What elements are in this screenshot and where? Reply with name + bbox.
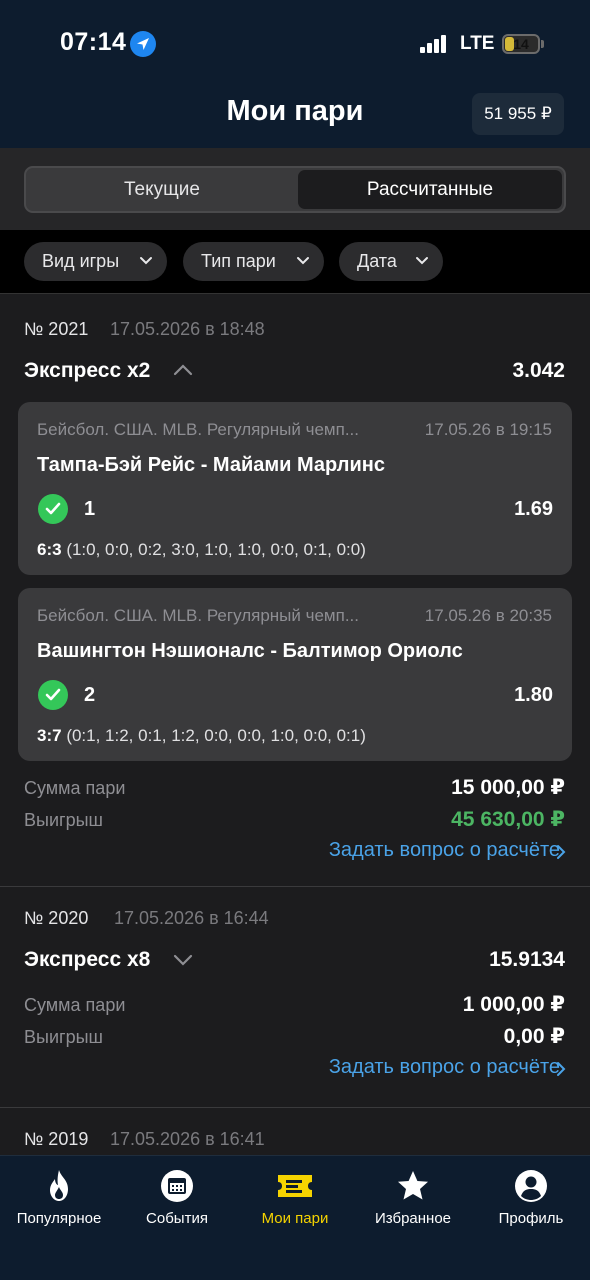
chevron-down-icon — [416, 257, 428, 265]
event-card[interactable]: Бейсбол. США. MLB. Регулярный чемп... 17… — [18, 402, 572, 575]
event-teams: Вашингтон Нэшионалс - Балтимор Ориолс — [37, 640, 463, 662]
stake-label: Сумма пари — [24, 995, 126, 1015]
bet-number: № 2020 — [24, 908, 89, 928]
bet-list[interactable]: № 2021 17.05.2026 в 18:48 Экспресс x2 3.… — [0, 295, 590, 1155]
battery-icon: 14 — [502, 34, 540, 54]
nav-label: Мои пари — [261, 1210, 329, 1227]
bet-type[interactable]: Экспресс x8 — [24, 948, 150, 972]
filter-game-type[interactable]: Вид игры — [24, 242, 167, 281]
filter-bet-type[interactable]: Тип пари — [183, 242, 324, 281]
event-league: Бейсбол. США. MLB. Регулярный чемп... — [37, 606, 359, 625]
nav-my-bets[interactable]: Мои пари — [236, 1156, 354, 1246]
bet-number: № 2019 — [24, 1129, 89, 1149]
final-score: 3:7 — [37, 726, 62, 745]
bet-item: № 2019 17.05.2026 в 16:41 — [0, 1108, 590, 1155]
nav-favorites[interactable]: Избранное — [354, 1156, 472, 1246]
chevron-down-icon — [297, 257, 309, 265]
bet-type[interactable]: Экспресс x2 — [24, 359, 150, 383]
nav-label: Популярное — [16, 1210, 102, 1227]
win-value: 45 630,00 ₽ — [451, 808, 565, 831]
event-outcome: 2 — [84, 684, 96, 706]
star-icon — [398, 1171, 428, 1200]
bottom-nav: Популярное События Мои пари Избранное Пр… — [0, 1155, 590, 1280]
bet-odds: 15.9134 — [489, 948, 565, 971]
bet-date: 17.05.2026 в 16:41 — [110, 1129, 265, 1149]
event-teams: Тампа-Бэй Рейс - Майами Марлинс — [37, 454, 385, 476]
nav-events[interactable]: События — [118, 1156, 236, 1246]
win-label: Выигрыш — [24, 810, 103, 830]
top-header: 07:14 LTE 14 Мои пари 51 955 ₽ — [0, 0, 590, 148]
event-time: 17.05.26 в 20:35 — [424, 606, 552, 625]
bet-odds: 3.042 — [512, 359, 565, 382]
event-outcome: 1 — [84, 498, 96, 520]
chevron-down-icon[interactable] — [172, 953, 194, 967]
event-card[interactable]: Бейсбол. США. MLB. Регулярный чемп... 17… — [18, 588, 572, 761]
chevron-right-icon[interactable] — [556, 844, 566, 860]
tab-settled[interactable]: Рассчитанные — [298, 170, 562, 209]
nav-profile[interactable]: Профиль — [472, 1156, 590, 1246]
calendar-icon — [161, 1170, 193, 1202]
tab-current[interactable]: Текущие — [28, 170, 296, 209]
segment-bar: Текущие Рассчитанные — [0, 148, 590, 230]
filter-label: Тип пари — [201, 251, 276, 271]
final-score: 6:3 — [37, 540, 62, 559]
stake-value: 15 000,00 ₽ — [451, 776, 565, 799]
segmented-control: Текущие Рассчитанные — [24, 166, 566, 213]
network-type: LTE — [460, 33, 495, 54]
profile-icon — [515, 1170, 547, 1202]
bet-number: № 2021 — [24, 319, 89, 339]
chevron-down-icon — [140, 257, 152, 265]
ticket-icon — [278, 1175, 312, 1197]
check-circle-icon — [38, 680, 68, 710]
filter-label: Вид игры — [42, 251, 120, 271]
event-time: 17.05.26 в 19:15 — [424, 420, 552, 439]
chevron-right-icon[interactable] — [556, 1061, 566, 1077]
nav-label: Избранное — [374, 1210, 452, 1227]
win-value: 0,00 ₽ — [503, 1025, 565, 1048]
location-arrow-icon — [130, 31, 156, 57]
filter-bar: Вид игры Тип пари Дата — [0, 230, 590, 294]
signal-icon — [420, 35, 450, 53]
event-league: Бейсбол. США. MLB. Регулярный чемп... — [37, 420, 359, 439]
battery-level: 14 — [513, 36, 529, 52]
bet-date: 17.05.2026 в 16:44 — [114, 908, 269, 928]
ask-question-link[interactable]: Задать вопрос о расчёте — [329, 839, 560, 862]
period-scores: (1:0, 0:0, 0:2, 3:0, 1:0, 1:0, 0:0, 0:1,… — [66, 540, 366, 559]
filter-label: Дата — [357, 251, 397, 271]
status-time: 07:14 — [60, 28, 127, 56]
flame-icon — [50, 1170, 68, 1201]
bet-item: № 2020 17.05.2026 в 16:44 Экспресс x8 15… — [0, 887, 590, 1107]
event-score: 6:3 (1:0, 0:0, 0:2, 3:0, 1:0, 1:0, 0:0, … — [37, 540, 366, 560]
event-score: 3:7 (0:1, 1:2, 0:1, 1:2, 0:0, 0:0, 1:0, … — [37, 726, 366, 746]
chevron-up-icon[interactable] — [172, 363, 194, 377]
ask-question-link[interactable]: Задать вопрос о расчёте — [329, 1056, 560, 1079]
stake-label: Сумма пари — [24, 778, 126, 798]
nav-label: Профиль — [498, 1210, 564, 1227]
bet-date: 17.05.2026 в 18:48 — [110, 319, 265, 339]
stake-value: 1 000,00 ₽ — [462, 993, 565, 1016]
check-circle-icon — [38, 494, 68, 524]
balance-badge[interactable]: 51 955 ₽ — [472, 93, 564, 135]
nav-popular[interactable]: Популярное — [0, 1156, 118, 1246]
filter-date[interactable]: Дата — [339, 242, 443, 281]
event-coef: 1.80 — [514, 684, 553, 706]
period-scores: (0:1, 1:2, 0:1, 1:2, 0:0, 0:0, 1:0, 0:0,… — [66, 726, 366, 745]
nav-label: События — [146, 1210, 208, 1227]
bet-item: № 2021 17.05.2026 в 18:48 Экспресс x2 3.… — [0, 295, 590, 886]
event-coef: 1.69 — [514, 498, 553, 520]
win-label: Выигрыш — [24, 1027, 103, 1047]
